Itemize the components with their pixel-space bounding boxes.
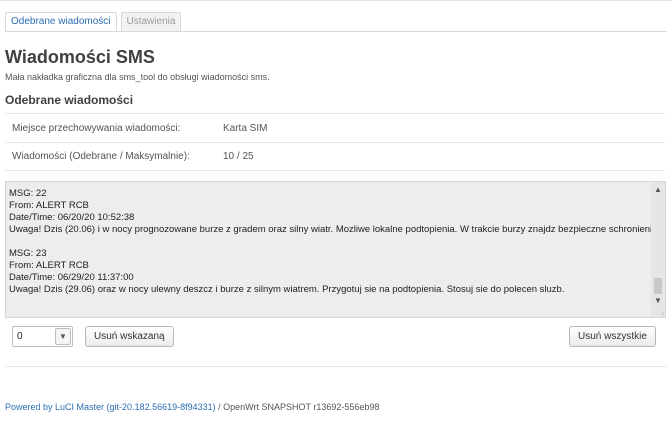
message-datetime: Date/Time: 06/20/20 10:52:38 (9, 212, 135, 223)
scroll-thumb[interactable] (654, 278, 662, 294)
luci-link[interactable]: Powered by LuCI Master (git-20.182.56619… (5, 402, 216, 412)
footer-divider (5, 366, 667, 367)
info-table: Miejsce przechowywania wiadomości: Karta… (5, 113, 665, 171)
message-datetime: Date/Time: 06/29/20 11:37:00 (9, 272, 134, 283)
footer: Powered by LuCI Master (git-20.182.56619… (5, 402, 379, 412)
tab-settings[interactable]: Ustawienia (120, 12, 182, 32)
message-sender: From: ALERT RCB (9, 200, 89, 211)
message-index-select[interactable]: 0 ▼ (12, 326, 73, 347)
info-value: Karta SIM (223, 122, 268, 134)
sms-content: MSG: 22 From: ALERT RCB Date/Time: 06/20… (6, 182, 651, 317)
firmware-version: / OpenWrt SNAPSHOT r13692-556eb98 (215, 402, 380, 412)
tab-bar: Odebrane wiadomości Ustawienia (5, 12, 182, 32)
message-id: MSG: 23 (9, 248, 47, 259)
tab-received-messages[interactable]: Odebrane wiadomości (5, 12, 117, 32)
chevron-up-icon[interactable]: ▲ (651, 184, 665, 196)
message-block: MSG: 22 From: ALERT RCB Date/Time: 06/20… (9, 188, 651, 236)
tabs-divider (5, 31, 667, 32)
resize-grip-icon[interactable]: ⌟ (661, 309, 664, 316)
vertical-scrollbar[interactable]: ▲ ▼ (651, 182, 665, 317)
page-description: Mała nakładka graficzna dla sms_tool do … (5, 72, 270, 82)
section-title: Odebrane wiadomości (5, 93, 134, 107)
message-sender: From: ALERT RCB (9, 260, 89, 271)
info-label: Miejsce przechowywania wiadomości: (12, 122, 181, 134)
chevron-down-icon[interactable]: ▼ (651, 295, 665, 307)
info-row-count: Wiadomości (Odebrane / Maksymalnie): 10 … (5, 142, 665, 171)
page-title: Wiadomości SMS (5, 47, 155, 67)
delete-all-button[interactable]: Usuń wszystkie (569, 326, 656, 347)
message-text: Uwaga! Dzis (20.06) i w nocy prognozowan… (9, 224, 651, 235)
info-label: Wiadomości (Odebrane / Maksymalnie): (12, 151, 190, 162)
top-divider (0, 0, 672, 1)
message-id: MSG: 22 (9, 188, 47, 199)
chevron-down-icon[interactable]: ▼ (55, 328, 71, 345)
message-text: Uwaga! Dzis (29.06) oraz w nocy ulewny d… (9, 284, 565, 295)
delete-selected-button[interactable]: Usuń wskazaną (85, 326, 174, 347)
info-row-storage: Miejsce przechowywania wiadomości: Karta… (5, 113, 665, 142)
message-block: MSG: 23 From: ALERT RCB Date/Time: 06/29… (9, 248, 648, 296)
sms-textarea[interactable]: MSG: 22 From: ALERT RCB Date/Time: 06/20… (5, 181, 666, 318)
info-value: 10 / 25 (223, 151, 254, 162)
select-value: 0 (17, 331, 23, 342)
